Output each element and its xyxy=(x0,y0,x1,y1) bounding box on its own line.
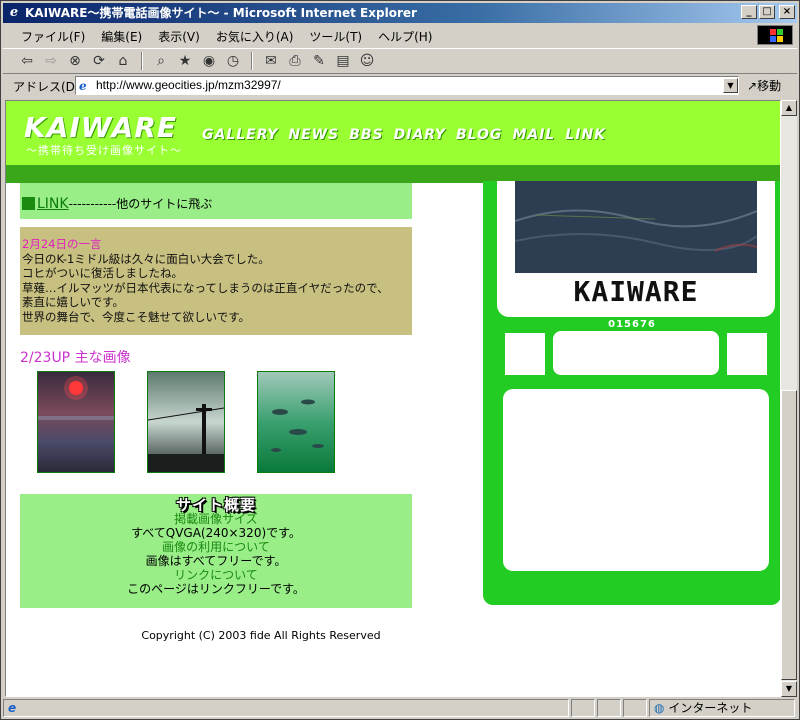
close-button[interactable]: × xyxy=(779,5,795,19)
site-logo[interactable]: KAIWARE xyxy=(24,111,177,144)
address-label: アドレス(D) xyxy=(13,79,80,94)
usage-label: 画像の利用について xyxy=(162,540,270,554)
one-liner-box: 2月24日の一言 今日のK-1ミドル級は久々に面白い大会でした。 コヒがついに復… xyxy=(20,227,412,335)
one-liner-heading: 2月24日の一言 xyxy=(22,237,102,251)
status-cell xyxy=(623,699,647,717)
back-arrow-icon[interactable]: ⇦ xyxy=(17,51,37,71)
access-counter: 015676 xyxy=(608,319,656,330)
one-liner-line: 草薙…イルマッツが日本代表になってしまうのは正直イヤだったので、 xyxy=(22,280,389,295)
toolbar: ⇦ ⇨ ⊗ ⟳ ⌂ ⌕ ★ ◉ ◷ ✉ ⎙ ✎ ▤ ☺ xyxy=(3,48,797,74)
panel-box-main xyxy=(503,389,769,571)
status-cell xyxy=(597,699,621,717)
one-liner-line: 素直に嬉しいです。 xyxy=(22,295,125,309)
media-icon[interactable]: ◉ xyxy=(199,51,219,71)
scroll-up-icon[interactable]: ▲ xyxy=(781,100,797,116)
address-bar: アドレス(D) e http://www.geocities.jp/mzm329… xyxy=(3,75,797,97)
print-icon[interactable]: ⎙ xyxy=(285,51,305,71)
update-heading: 2/23UP 主な画像 xyxy=(20,350,131,366)
history-icon[interactable]: ◷ xyxy=(223,51,243,71)
menu-help[interactable]: ヘルプ(H) xyxy=(370,28,440,45)
page-icon: e xyxy=(79,79,87,93)
panel-brand: KAIWARE xyxy=(573,275,699,308)
messenger-icon[interactable]: ☺ xyxy=(357,51,377,71)
usage-text: 画像はすべてフリーです。 xyxy=(145,554,287,568)
link-section-link[interactable]: LINK xyxy=(37,196,69,212)
site-logo-subtitle: 〜携帯待ち受け画像サイト〜 xyxy=(26,144,182,157)
thumbnail-fish[interactable] xyxy=(257,371,335,473)
panel-box-left xyxy=(505,333,545,375)
thumbnail-sunset[interactable] xyxy=(37,371,115,473)
menu-view[interactable]: 表示(V) xyxy=(150,28,208,45)
ie-icon: e xyxy=(9,5,19,20)
title-bar: e KAIWARE〜携帯電話画像サイト〜 - Microsoft Interne… xyxy=(3,3,797,23)
nav-mail[interactable]: MAIL xyxy=(512,127,555,143)
nav-blog[interactable]: BLOG xyxy=(456,127,503,143)
site-nav: GALLERY NEWS BBS DIARY BLOG MAIL LINK xyxy=(202,127,606,143)
menu-bar: ファイル(F) 編集(E) 表示(V) お気に入り(A) ツール(T) ヘルプ(… xyxy=(3,25,797,47)
menu-edit[interactable]: 編集(E) xyxy=(93,28,150,45)
go-arrow-icon: ↗ xyxy=(747,79,758,93)
link-row: LINK-----------他のサイトに飛ぶ xyxy=(20,183,412,219)
panel-box-center xyxy=(553,331,719,375)
favorites-icon[interactable]: ★ xyxy=(175,51,195,71)
window-title: KAIWARE〜携帯電話画像サイト〜 - Microsoft Internet … xyxy=(25,6,417,20)
size-label: 掲載画像サイズ xyxy=(174,512,258,526)
featured-image[interactable] xyxy=(514,181,758,273)
one-liner-line: コヒがついに復活しましたね。 xyxy=(22,266,183,280)
nav-gallery[interactable]: GALLERY xyxy=(202,127,278,143)
home-icon[interactable]: ⌂ xyxy=(113,51,133,71)
featured-image-card: KAIWARE xyxy=(497,181,775,317)
bullet-square-icon xyxy=(22,197,35,210)
browser-window: e KAIWARE〜携帯電話画像サイト〜 - Microsoft Interne… xyxy=(0,0,800,720)
address-url: http://www.geocities.jp/mzm32997/ xyxy=(96,78,281,92)
forward-arrow-icon[interactable]: ⇨ xyxy=(41,51,61,71)
mail-icon[interactable]: ✉ xyxy=(261,51,281,71)
site-info-box: サイト概要 掲載画像サイズ すべてQVGA(240×320)です。 画像の利用に… xyxy=(20,494,412,608)
scroll-down-icon[interactable]: ▼ xyxy=(781,681,797,697)
link-row-desc: -----------他のサイトに飛ぶ xyxy=(68,197,213,211)
status-bar: e ◍ インターネット xyxy=(3,699,797,719)
refresh-icon[interactable]: ⟳ xyxy=(89,51,109,71)
right-panel: KAIWARE 015676 xyxy=(483,181,780,605)
scroll-thumb[interactable] xyxy=(781,390,797,680)
link-policy-text: このページはリンクフリーです。 xyxy=(127,582,305,596)
globe-icon: ◍ xyxy=(654,701,665,715)
go-button[interactable]: ↗移動 xyxy=(747,77,781,94)
menu-file[interactable]: ファイル(F) xyxy=(13,28,93,45)
search-icon[interactable]: ⌕ xyxy=(151,51,171,71)
nav-link[interactable]: LINK xyxy=(565,127,606,143)
status-cell xyxy=(571,699,595,717)
menu-tools[interactable]: ツール(T) xyxy=(301,28,370,45)
one-liner-line: 世界の舞台で、今度こそ魅せて欲しいです。 xyxy=(22,309,251,324)
link-policy-label: リンクについて xyxy=(174,568,258,582)
address-dropdown-icon[interactable]: ▼ xyxy=(723,78,738,93)
size-text: すべてQVGA(240×320)です。 xyxy=(131,526,301,540)
page-viewport: KAIWARE 〜携帯待ち受け画像サイト〜 GALLERY NEWS BBS D… xyxy=(5,100,781,697)
nav-news[interactable]: NEWS xyxy=(288,127,339,143)
status-main: e xyxy=(3,699,569,717)
vertical-scrollbar[interactable]: ▲ ▼ xyxy=(781,100,797,697)
discuss-icon[interactable]: ▤ xyxy=(333,51,353,71)
thumbnail-powerpole[interactable] xyxy=(147,371,225,473)
copyright: Copyright (C) 2003 fide All Rights Reser… xyxy=(141,629,381,642)
address-input[interactable]: e http://www.geocities.jp/mzm32997/ xyxy=(75,76,739,95)
stop-icon[interactable]: ⊗ xyxy=(65,51,85,71)
panel-box-right xyxy=(727,333,767,375)
edit-icon[interactable]: ✎ xyxy=(309,51,329,71)
status-zone: ◍ インターネット xyxy=(649,699,795,717)
minimize-button[interactable]: _ xyxy=(741,5,757,19)
windows-logo-icon xyxy=(757,25,793,45)
maximize-button[interactable]: □ xyxy=(759,5,775,19)
nav-diary[interactable]: DIARY xyxy=(394,127,446,143)
nav-bbs[interactable]: BBS xyxy=(349,127,383,143)
site-info-heading: サイト概要 xyxy=(175,496,256,514)
one-liner-line: 今日のK-1ミドル級は久々に面白い大会でした。 xyxy=(22,251,270,266)
status-page-icon: e xyxy=(8,701,17,715)
menu-favorites[interactable]: お気に入り(A) xyxy=(208,28,302,45)
